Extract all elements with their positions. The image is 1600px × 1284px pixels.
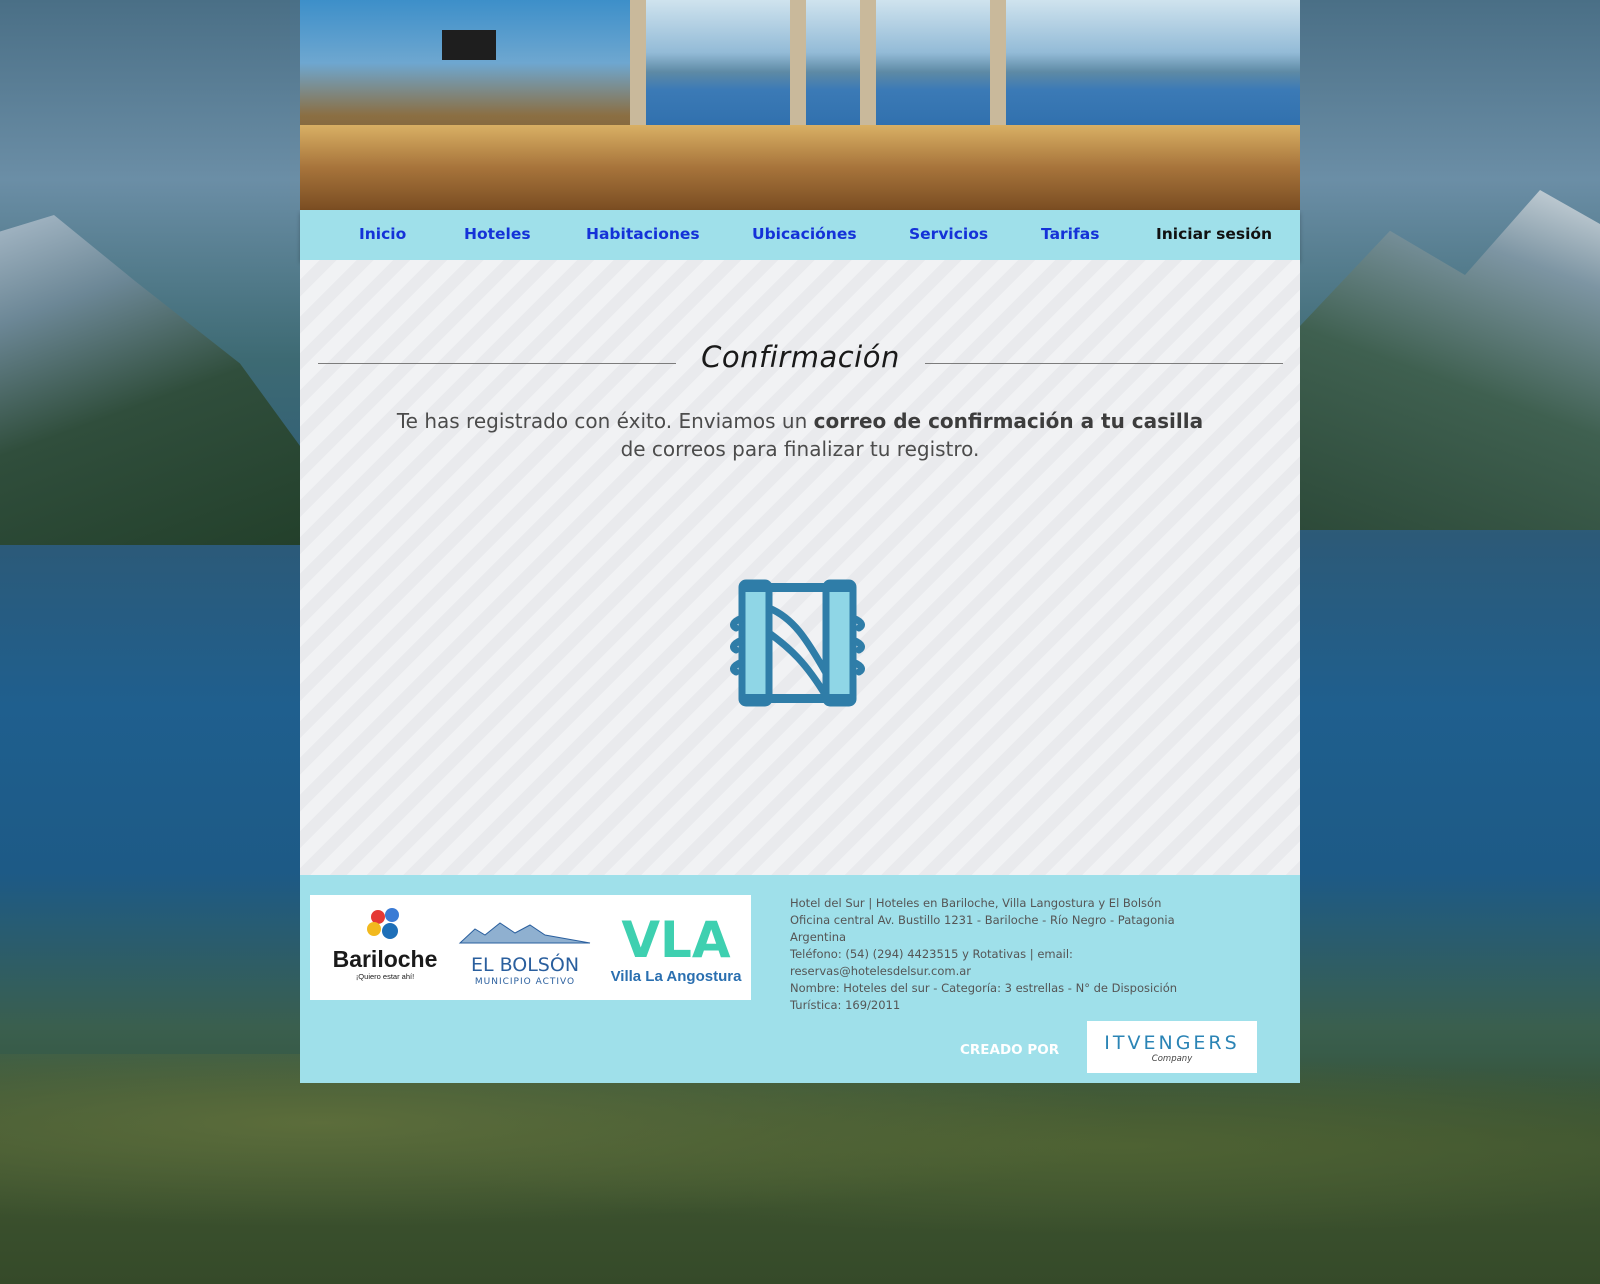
- hero-restaurant-image: [300, 0, 1300, 210]
- message-text-end: de correos para finalizar tu registro.: [620, 437, 980, 461]
- title-divider-right: [925, 363, 1283, 364]
- vla-text: VLA: [621, 911, 731, 969]
- footer-info-line: Nombre: Hoteles del sur - Categoría: 3 e…: [790, 981, 1178, 1012]
- bariloche-tagline: ¡Quiero estar ahí!: [356, 972, 414, 981]
- el-bolson-sub: MUNICIPIO ACTIVO: [475, 977, 575, 987]
- hotel-h-logo-icon: [730, 579, 865, 707]
- nav-hoteles[interactable]: Hoteles: [464, 225, 531, 243]
- page-title: Confirmación: [701, 340, 900, 374]
- hero-dining-tables: [300, 125, 1300, 210]
- nav-ubicaciones[interactable]: Ubicaciónes: [752, 225, 857, 243]
- nav-login[interactable]: Iniciar sesión: [1156, 225, 1272, 243]
- partner-logos: Bariloche ¡Quiero estar ahí! EL BOLSÓN M…: [310, 895, 751, 1000]
- background-mountain-right: [1300, 190, 1600, 530]
- footer-info-line: Oficina central Av. Bustillo 1231 - Bari…: [790, 913, 1175, 944]
- message-bold-text: correo de confirmación a tu casilla: [813, 409, 1204, 433]
- footer: Bariloche ¡Quiero estar ahí! EL BOLSÓN M…: [300, 875, 1300, 1083]
- nav-habitaciones[interactable]: Habitaciones: [586, 225, 700, 243]
- nav-inicio[interactable]: Inicio: [359, 225, 406, 243]
- villa-la-angostura-text: Villa La Angostura: [611, 968, 743, 985]
- itvengers-logo[interactable]: ITVENGERS Company: [1087, 1021, 1257, 1073]
- background-trees: [0, 1054, 1600, 1284]
- hero-tv: [442, 30, 496, 60]
- page-container: Inicio Hoteles Habitaciones Ubicaciónes …: [300, 0, 1300, 1083]
- main-nav: Inicio Hoteles Habitaciones Ubicaciónes …: [300, 210, 1300, 260]
- bariloche-logo[interactable]: Bariloche ¡Quiero estar ahí!: [333, 908, 438, 981]
- bariloche-text: Bariloche: [333, 946, 438, 972]
- footer-info-line: Hotel del Sur | Hoteles en Bariloche, Vi…: [790, 896, 1162, 910]
- el-bolson-logo[interactable]: EL BOLSÓN MUNICIPIO ACTIVO: [458, 922, 591, 987]
- itvengers-text: ITVENGERS: [1104, 1032, 1240, 1054]
- nav-servicios[interactable]: Servicios: [909, 225, 988, 243]
- confirmation-message: Te has registrado con éxito. Enviamos un…: [390, 407, 1210, 463]
- message-text: Te has registrado con éxito. Enviamos un: [396, 409, 814, 433]
- footer-info-line: Teléfono: (54) (294) 4423515 y Rotativas…: [790, 947, 1073, 978]
- created-by-label: CREADO POR: [960, 1042, 1060, 1058]
- footer-info: Hotel del Sur | Hoteles en Bariloche, Vi…: [790, 895, 1190, 1014]
- partner-logos-graphic: Bariloche ¡Quiero estar ahí! EL BOLSÓN M…: [333, 908, 743, 987]
- el-bolson-text: EL BOLSÓN: [471, 952, 579, 976]
- nav-tarifas[interactable]: Tarifas: [1041, 225, 1099, 243]
- villa-la-angostura-logo[interactable]: VLA Villa La Angostura: [611, 911, 743, 985]
- itvengers-sub: Company: [1151, 1054, 1193, 1064]
- main-content: Confirmación Te has registrado con éxito…: [300, 260, 1300, 875]
- background-mountain-left: [0, 215, 300, 545]
- title-row: Confirmación: [318, 338, 1283, 388]
